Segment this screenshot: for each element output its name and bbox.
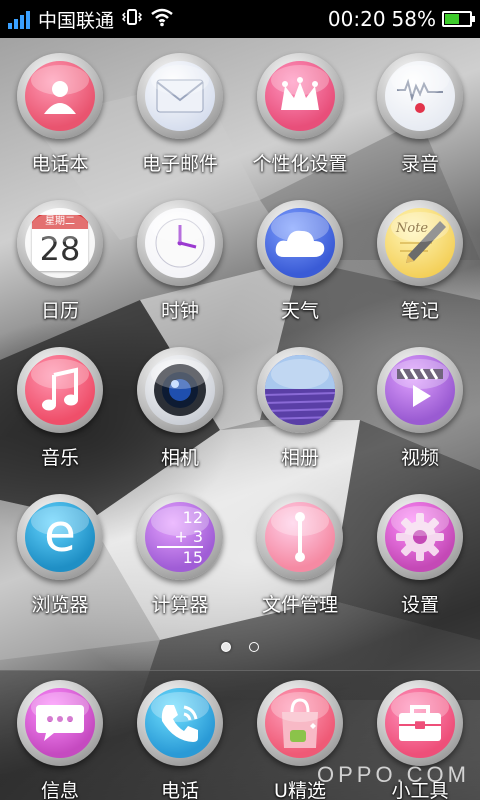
app-label: 信息 bbox=[40, 780, 79, 800]
app-label: 时钟 bbox=[160, 300, 199, 322]
app-label: 相册 bbox=[280, 447, 319, 469]
app-label: 音乐 bbox=[40, 447, 79, 469]
email-icon bbox=[137, 53, 223, 139]
app-music-note[interactable]: 音乐 bbox=[0, 347, 120, 487]
app-label: 笔记 bbox=[400, 300, 439, 322]
calc-mid: + 3 bbox=[157, 527, 203, 548]
page-dot[interactable] bbox=[249, 642, 259, 652]
battery-icon bbox=[442, 11, 475, 27]
ustore-bag-icon bbox=[257, 680, 343, 766]
phone-icon bbox=[137, 680, 223, 766]
app-recorder[interactable]: 录音 bbox=[360, 53, 480, 193]
settings-gear-icon bbox=[377, 494, 463, 580]
app-theme-crown[interactable]: 个性化设置 bbox=[240, 53, 360, 193]
app-gallery-lavender[interactable]: 相册 bbox=[240, 347, 360, 487]
page-dot[interactable] bbox=[221, 642, 231, 652]
clock-time: 00:20 bbox=[327, 7, 386, 31]
browser-e-icon: e bbox=[17, 494, 103, 580]
calendar-icon: 星期二 28 bbox=[17, 200, 103, 286]
app-email[interactable]: 电子邮件 bbox=[120, 53, 240, 193]
app-label: 电话 bbox=[160, 780, 199, 800]
app-calendar[interactable]: 星期二 28 日历 bbox=[0, 200, 120, 340]
app-clock[interactable]: 时钟 bbox=[120, 200, 240, 340]
app-label: 天气 bbox=[280, 300, 319, 322]
app-camera-lens[interactable]: 相机 bbox=[120, 347, 240, 487]
battery-percent: 58% bbox=[391, 7, 436, 31]
app-file-manager[interactable]: 文件管理 bbox=[240, 494, 360, 634]
app-weather-cloud[interactable]: 天气 bbox=[240, 200, 360, 340]
app-label: 设置 bbox=[400, 594, 439, 616]
notes-pen-icon: Note bbox=[377, 200, 463, 286]
app-label: 计算器 bbox=[151, 594, 209, 616]
app-label: 日历 bbox=[40, 300, 79, 322]
messages-icon bbox=[17, 680, 103, 766]
video-play-icon bbox=[377, 347, 463, 433]
app-browser-e[interactable]: e 浏览器 bbox=[0, 494, 120, 634]
app-video-play[interactable]: 视频 bbox=[360, 347, 480, 487]
calculator-icon: 12 + 3 15 bbox=[137, 494, 223, 580]
calc-top: 12 bbox=[182, 507, 203, 527]
app-messages[interactable]: 信息 bbox=[0, 680, 120, 800]
app-settings-gear[interactable]: 设置 bbox=[360, 494, 480, 634]
app-label: 录音 bbox=[400, 153, 439, 175]
app-contacts[interactable]: 电话本 bbox=[0, 53, 120, 193]
calendar-weekday: 星期二 bbox=[32, 215, 88, 229]
note-text: Note bbox=[396, 221, 429, 236]
app-label: 视频 bbox=[400, 447, 439, 469]
carrier-name: 中国联通 bbox=[38, 9, 115, 32]
app-calculator[interactable]: 12 + 3 15 计算器 bbox=[120, 494, 240, 634]
app-label: 电话本 bbox=[31, 153, 89, 175]
toolbox-icon bbox=[377, 680, 463, 766]
app-phone[interactable]: 电话 bbox=[120, 680, 240, 800]
watermark-text: OPPO.COM bbox=[316, 762, 470, 787]
app-notes-pen[interactable]: Note 笔记 bbox=[360, 200, 480, 340]
app-label: 文件管理 bbox=[261, 594, 338, 616]
weather-cloud-icon bbox=[257, 200, 343, 286]
app-label: 电子邮件 bbox=[141, 153, 218, 175]
app-label: 浏览器 bbox=[31, 594, 89, 616]
theme-crown-icon bbox=[257, 53, 343, 139]
wifi-icon bbox=[150, 7, 174, 32]
app-label: 相机 bbox=[160, 447, 199, 469]
contacts-icon bbox=[17, 53, 103, 139]
camera-lens-icon bbox=[137, 347, 223, 433]
calendar-day: 28 bbox=[39, 230, 81, 268]
gallery-lavender-icon bbox=[257, 347, 343, 433]
file-manager-icon bbox=[257, 494, 343, 580]
clock-icon bbox=[137, 200, 223, 286]
recorder-icon bbox=[377, 53, 463, 139]
calc-result: 15 bbox=[182, 547, 203, 567]
vibrate-icon bbox=[121, 7, 143, 32]
signal-strength-icon bbox=[8, 9, 30, 29]
music-note-icon bbox=[17, 347, 103, 433]
page-indicator bbox=[0, 642, 480, 652]
status-bar: 中国联通 00:20 58% bbox=[0, 0, 480, 38]
app-label: 个性化设置 bbox=[252, 153, 348, 175]
